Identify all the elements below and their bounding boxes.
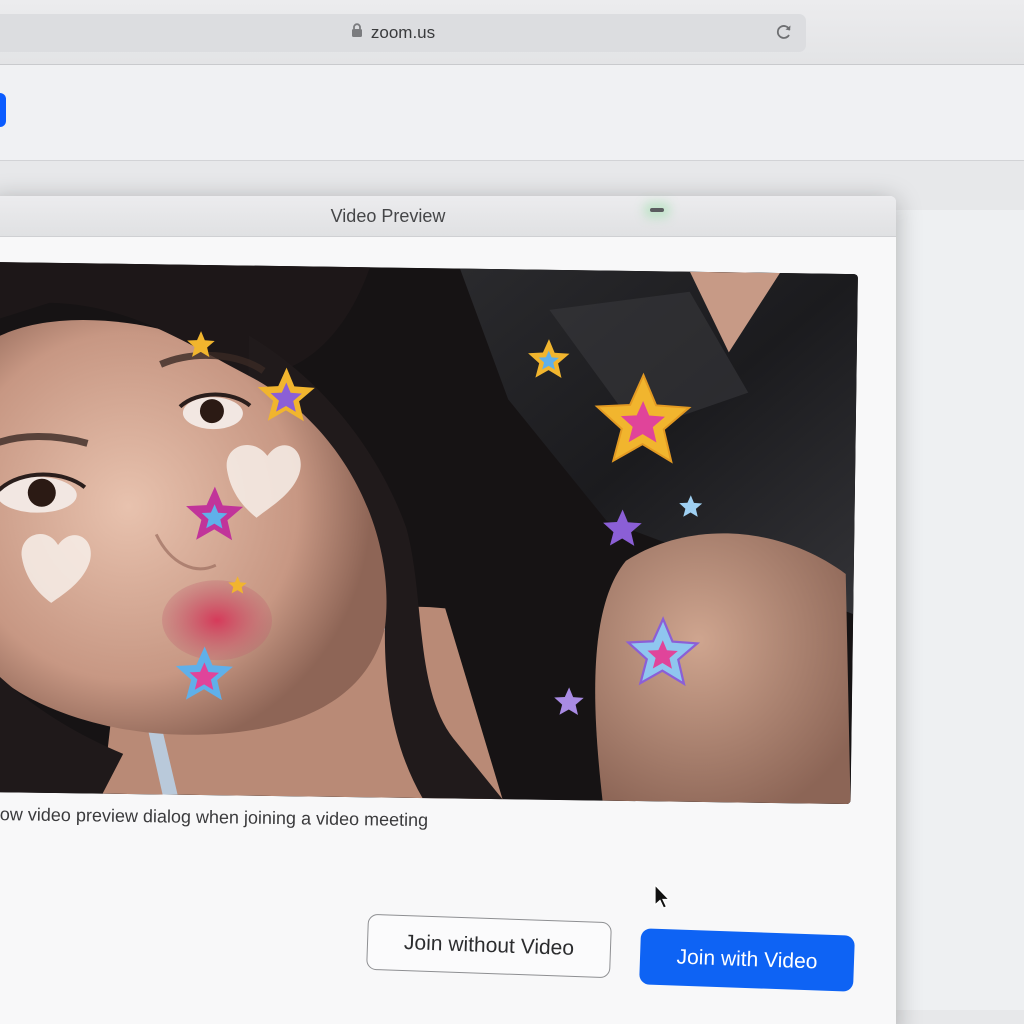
lock-icon	[351, 23, 363, 43]
join-without-video-button[interactable]: Join without Video	[366, 913, 612, 979]
site-header	[0, 65, 1024, 161]
browser-toolbar: zoom.us	[0, 0, 1024, 65]
show-preview-label[interactable]: how video preview dialog when joining a …	[0, 804, 428, 831]
dialog-title: Video Preview	[330, 206, 446, 226]
video-preview	[0, 262, 858, 805]
right-panel	[895, 210, 1024, 1010]
dialog-titlebar[interactable]: Video Preview	[0, 196, 896, 237]
mouse-cursor-icon	[654, 883, 671, 910]
screen: zoom.us Video Preview how video preview …	[0, 0, 1024, 1024]
video-preview-dialog: Video Preview how video preview dialog w…	[0, 196, 896, 1024]
reload-icon[interactable]	[774, 22, 794, 48]
zoom-logo[interactable]	[0, 93, 6, 127]
address-bar[interactable]: zoom.us	[0, 14, 806, 52]
minimize-icon[interactable]	[650, 208, 664, 212]
address-text: zoom.us	[370, 23, 436, 42]
join-with-video-button[interactable]: Join with Video	[639, 928, 855, 992]
